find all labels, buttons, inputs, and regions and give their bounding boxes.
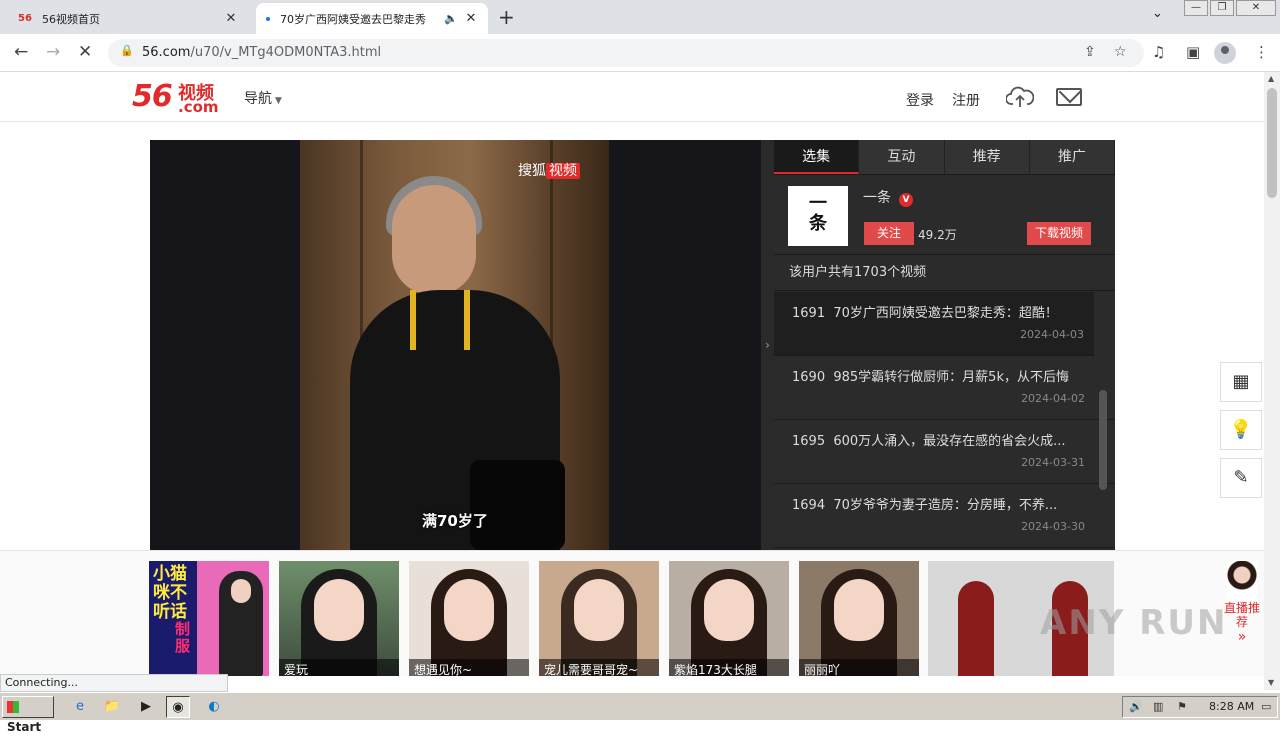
ad-strip: 小猫咪不听话 制服 爱玩 想遇见你~ 宠儿需要哥哥宠~ 紫焰173大长腿 丽丽吖	[0, 550, 1264, 676]
browser-menu-icon[interactable]: ⋮	[1254, 43, 1269, 61]
forward-icon[interactable]: →	[46, 42, 60, 62]
caret-down-icon: ▼	[275, 96, 282, 106]
media-player-icon[interactable]: ▶	[134, 696, 158, 718]
page-scrollbar[interactable]: ▲ ▼	[1264, 72, 1280, 690]
upload-cloud-icon[interactable]	[1006, 85, 1034, 109]
video-subtitle: 满70岁了	[422, 512, 488, 530]
tab-strip: 56 56视频首页 ✕ 70岁广西阿姨受邀去巴黎走秀 🔈 ✕ + ⌄ — ❐ ✕	[0, 0, 1280, 34]
panel-tabs: 选集 互动 推荐 推广	[774, 140, 1115, 175]
clock: 8:28 AM	[1209, 700, 1255, 713]
ad-tile[interactable]: 宠儿需要哥哥宠~	[539, 561, 659, 676]
tab-episodes[interactable]: 选集	[774, 140, 860, 174]
live-avatar	[1227, 561, 1257, 601]
scroll-down-icon[interactable]: ▼	[1268, 678, 1274, 687]
mail-icon[interactable]	[1056, 88, 1082, 106]
lightbulb-icon[interactable]: 💡	[1220, 410, 1262, 450]
author-avatar[interactable]: 一条	[788, 186, 848, 246]
restore-icon[interactable]: ❐	[1210, 0, 1234, 16]
web-page: 56 视频 .com 导航 ▼ 登录 注册 搜狐 视频 满70岁了 › 选集 互…	[0, 72, 1264, 676]
tab-56-home[interactable]: 56 56视频首页 ✕	[8, 3, 248, 34]
double-chevron-right-icon: »	[1237, 629, 1247, 645]
ad-tile[interactable]: 丽丽吖	[799, 561, 919, 676]
scrollbar-thumb[interactable]	[1267, 88, 1277, 198]
media-control-icon[interactable]: ♫	[1152, 43, 1165, 61]
loading-icon	[266, 16, 270, 21]
profile-icon[interactable]	[1214, 42, 1236, 64]
site-favicon-icon: 56	[18, 13, 32, 24]
share-icon[interactable]: ⇪	[1084, 44, 1096, 60]
stop-icon[interactable]: ✕	[78, 42, 92, 62]
tab-current-video[interactable]: 70岁广西阿姨受邀去巴黎走秀 🔈 ✕	[256, 3, 488, 34]
anyrun-watermark: ANY RUN	[1040, 603, 1228, 643]
window-close-icon[interactable]: ✕	[1236, 0, 1276, 16]
tab-title: 56视频首页	[42, 12, 100, 26]
tab-promotion[interactable]: 推广	[1029, 140, 1115, 174]
folder-icon[interactable]: 📁	[100, 696, 124, 718]
status-bar: Connecting...	[0, 674, 228, 692]
bookmark-star-icon[interactable]: ☆	[1114, 44, 1127, 60]
live-recommend[interactable]: 直播推荐 »	[1222, 561, 1262, 645]
start-button[interactable]: Start	[2, 696, 54, 734]
follower-count: 49.2万	[918, 228, 957, 242]
ad-tile[interactable]: 紫焰173大长腿	[669, 561, 789, 676]
episode-list: 1691 70岁广西阿姨受邀去巴黎走秀：超酷！ 2024-04-03 1690 …	[774, 292, 1115, 550]
video-count: 该用户共有1703个视频	[774, 255, 1115, 291]
flag-icon[interactable]: ⚑	[1177, 700, 1187, 713]
lock-icon: 🔒	[120, 44, 134, 57]
ad-tile[interactable]: 爱玩	[279, 561, 399, 676]
video-frame[interactable]	[300, 140, 609, 550]
network-icon[interactable]: ▥	[1153, 700, 1163, 713]
new-tab-icon[interactable]: +	[498, 5, 515, 29]
episode-panel: 选集 互动 推荐 推广 一条 一条 V 关注 49.2万 下载视频 该用户共有17…	[774, 140, 1115, 550]
list-item[interactable]: 1691 70岁广西阿姨受邀去巴黎走秀：超酷！ 2024-04-03	[774, 292, 1094, 356]
tab-interaction[interactable]: 互动	[859, 140, 945, 174]
author-card: 一条 一条 V 关注 49.2万 下载视频	[774, 175, 1115, 255]
chrome-icon[interactable]: ◉	[166, 696, 190, 718]
download-video-button[interactable]: 下载视频	[1027, 222, 1091, 245]
follow-button[interactable]: 关注	[864, 222, 914, 245]
ie-icon[interactable]: e	[68, 696, 92, 718]
taskbar: Start e 📁 ▶ ◉ ◐ 🔊 ▥ ⚑ 8:28 AM ▭	[0, 692, 1280, 734]
sohu-video-watermark: 搜狐 视频	[518, 160, 580, 180]
scroll-up-icon[interactable]: ▲	[1268, 74, 1274, 83]
window-controls: — ❐ ✕	[1182, 0, 1276, 18]
nav-menu[interactable]: 导航 ▼	[244, 88, 282, 108]
system-tray: 🔊 ▥ ⚑ 8:28 AM ▭	[1122, 696, 1278, 718]
url-text: 56.com/u70/v_MTg4ODM0NTA3.html	[142, 45, 382, 60]
site-header: 56 视频 .com 导航 ▼ 登录 注册	[0, 72, 1264, 122]
speaker-icon[interactable]: 🔈	[444, 12, 458, 25]
list-item[interactable]: 1695 600万人涌入，最没存在感的省会火成... 2024-03-31	[774, 420, 1115, 484]
author-name[interactable]: 一条 V	[863, 187, 913, 207]
list-scrollbar[interactable]	[1099, 390, 1107, 490]
windows-logo-icon	[7, 701, 19, 713]
back-icon[interactable]: ←	[14, 42, 28, 62]
side-panel-icon[interactable]: ▣	[1186, 43, 1200, 61]
address-bar[interactable]: 🔒 56.com/u70/v_MTg4ODM0NTA3.html ⇪ ☆	[108, 39, 1144, 67]
edge-icon[interactable]: ◐	[202, 696, 226, 718]
collapse-panel-icon[interactable]: ›	[761, 140, 774, 550]
list-item[interactable]: 1694 70岁爷爷为妻子造房：分房睡，不养... 2024-03-30	[774, 484, 1115, 548]
minimize-icon[interactable]: —	[1184, 0, 1208, 16]
volume-icon[interactable]: 🔊	[1129, 700, 1143, 713]
ad-tile[interactable]: 想遇见你~	[409, 561, 529, 676]
address-toolbar: ← → ✕ 🔒 56.com/u70/v_MTg4ODM0NTA3.html ⇪…	[0, 34, 1280, 72]
site-logo[interactable]: 56 视频 .com	[132, 79, 219, 116]
ad-tile[interactable]: 小猫咪不听话 制服	[149, 561, 269, 676]
list-item[interactable]: 1690 985学霸转行做厨师：月薪5k，从不后悔 2024-04-02	[774, 356, 1115, 420]
video-player[interactable]: 搜狐 视频 满70岁了	[150, 140, 761, 550]
tab-title: 70岁广西阿姨受邀去巴黎走秀	[280, 12, 426, 26]
register-link[interactable]: 注册	[952, 90, 980, 110]
login-link[interactable]: 登录	[906, 90, 934, 110]
qr-code-icon[interactable]: ▦	[1220, 362, 1262, 402]
chevron-down-icon[interactable]: ⌄	[1152, 6, 1163, 21]
verified-icon: V	[899, 193, 913, 207]
feedback-icon[interactable]: ✎	[1220, 458, 1262, 498]
close-tab-icon[interactable]: ✕	[224, 11, 238, 26]
tab-recommend[interactable]: 推荐	[944, 140, 1030, 174]
close-tab-icon[interactable]: ✕	[464, 11, 478, 26]
show-desktop-icon[interactable]: ▭	[1261, 700, 1271, 713]
